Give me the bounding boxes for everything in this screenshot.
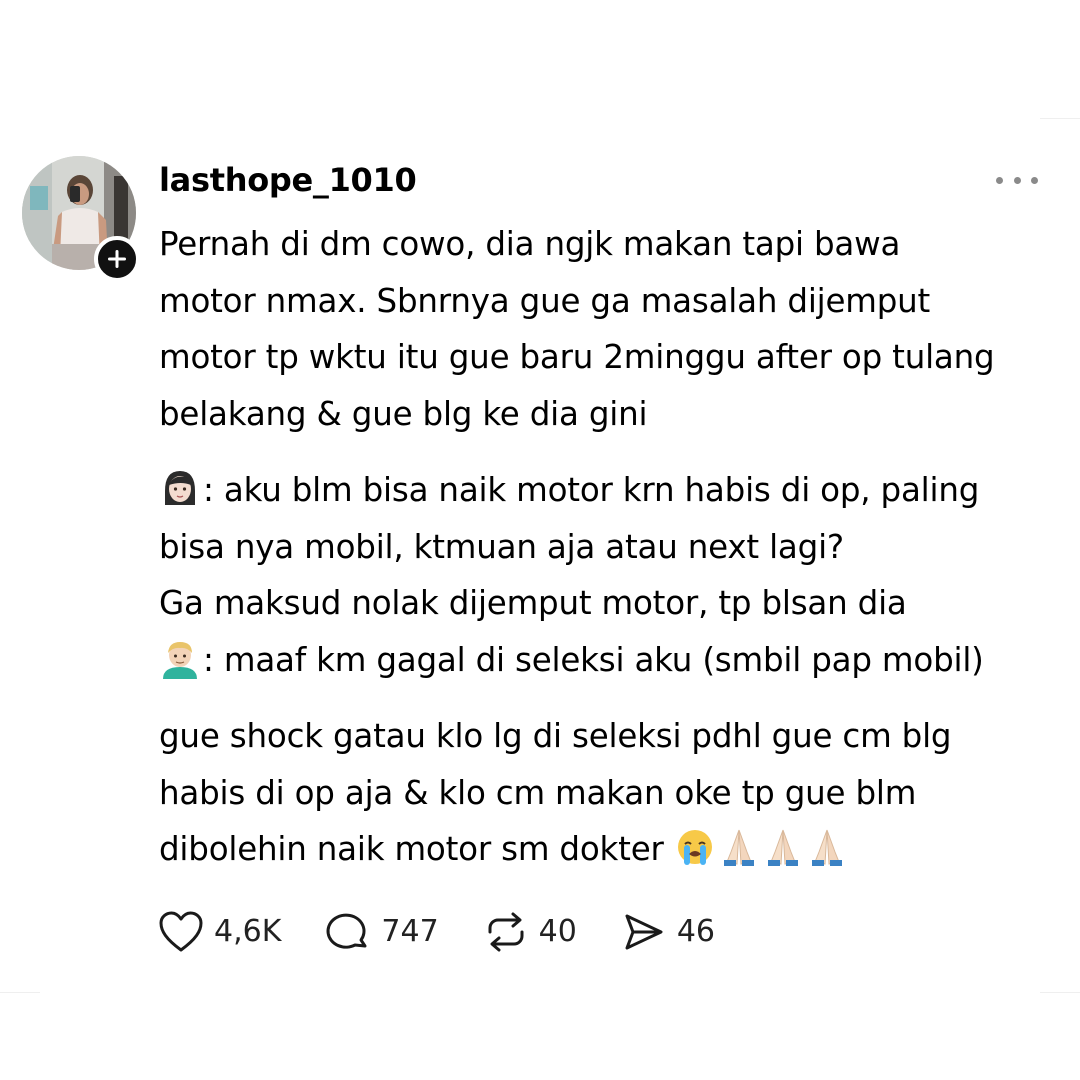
action-bar: 4,6K 747 40 46 bbox=[158, 904, 759, 960]
like-count: 4,6K bbox=[214, 914, 282, 949]
post-line: Ga maksud nolak dijemput motor, tp blsan… bbox=[159, 584, 907, 622]
post-line: bisa nya mobil, ktmuan aja atau next lag… bbox=[159, 527, 844, 566]
post-line: : maaf km gagal di seleksi aku (smbil pa… bbox=[159, 632, 1059, 689]
post-paragraph: Pernah di dm cowo, dia ngjk makan tapi b… bbox=[159, 216, 1059, 442]
dot-icon bbox=[996, 176, 1003, 184]
repost-icon bbox=[488, 912, 524, 952]
post-paragraph: gue shock gatau klo lg di seleksi pdhl g… bbox=[159, 708, 1059, 878]
post-line: motor nmax. Sbnrnya gue ga masalah dijem… bbox=[159, 281, 931, 320]
folded-hands-emoji-icon bbox=[718, 826, 760, 868]
woman-emoji-icon bbox=[159, 467, 201, 509]
post-line-text: dibolehin naik motor sm dokter bbox=[159, 830, 674, 868]
crying-face-emoji-icon bbox=[674, 826, 716, 868]
post-line: dibolehin naik motor sm dokter bbox=[159, 821, 1059, 878]
reply-button[interactable]: 747 bbox=[325, 910, 439, 954]
man-emoji-icon bbox=[159, 637, 201, 679]
reply-count: 747 bbox=[381, 914, 439, 949]
follow-button[interactable] bbox=[94, 236, 140, 282]
share-count: 46 bbox=[676, 914, 716, 949]
post-line: belakang & gue blg ke dia gini bbox=[159, 394, 648, 433]
post-line: habis di op aja & klo cm makan oke tp gu… bbox=[159, 773, 917, 812]
post-line: : aku blm bisa naik motor krn habis di o… bbox=[159, 462, 1059, 519]
post-line: Pernah di dm cowo, dia ngjk makan tapi b… bbox=[159, 225, 901, 263]
dot-icon bbox=[1013, 176, 1021, 184]
divider bbox=[0, 992, 40, 993]
plus-icon bbox=[108, 250, 126, 268]
comment-icon bbox=[326, 913, 367, 949]
post-line-text: : aku blm bisa naik motor krn habis di o… bbox=[203, 471, 980, 509]
username[interactable]: lasthope_1010 bbox=[159, 160, 417, 200]
divider bbox=[1040, 118, 1080, 119]
like-button[interactable]: 4,6K bbox=[158, 910, 281, 954]
repost-count: 40 bbox=[538, 914, 577, 949]
more-options-button[interactable] bbox=[996, 166, 1038, 194]
folded-hands-emoji-icon bbox=[806, 826, 848, 868]
post-line-text: : maaf km gagal di seleksi aku (smbil pa… bbox=[203, 640, 984, 679]
post-line: gue shock gatau klo lg di seleksi pdhl g… bbox=[159, 717, 952, 755]
repost-button[interactable]: 40 bbox=[483, 910, 577, 954]
send-icon bbox=[625, 914, 663, 950]
share-button[interactable]: 46 bbox=[621, 910, 715, 954]
post-paragraph: : aku blm bisa naik motor krn habis di o… bbox=[159, 462, 1059, 688]
divider bbox=[1040, 992, 1080, 993]
post-body: Pernah di dm cowo, dia ngjk makan tapi b… bbox=[159, 216, 1059, 878]
folded-hands-emoji-icon bbox=[762, 826, 804, 868]
post-line: motor tp wktu itu gue baru 2minggu after… bbox=[159, 338, 995, 376]
thread-post: lasthope_1010 Pernah di dm cowo, dia ngj… bbox=[0, 0, 1080, 1080]
heart-icon bbox=[159, 911, 203, 952]
dot-icon bbox=[1031, 176, 1038, 184]
